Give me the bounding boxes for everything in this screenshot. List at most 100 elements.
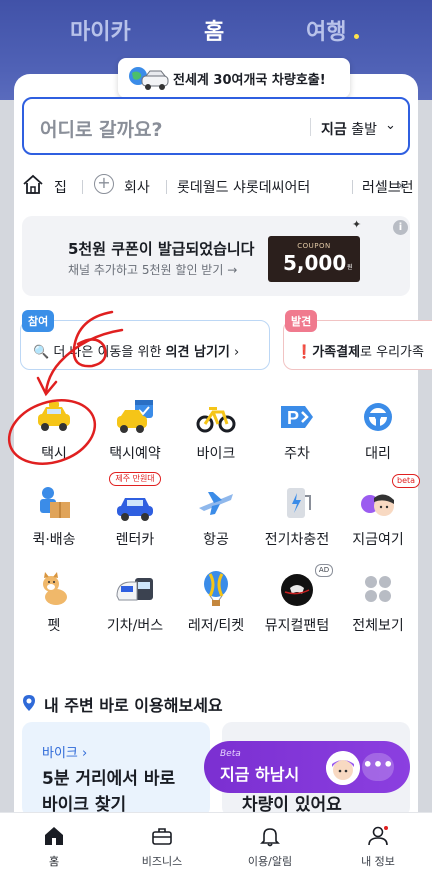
home-filled-icon [45, 827, 63, 845]
svg-text:P: P [287, 408, 299, 428]
bell-icon [260, 828, 280, 847]
service-taxi-label: 택시 [41, 446, 67, 462]
discover-badge: 발견 [285, 310, 318, 332]
home-icon[interactable] [22, 174, 44, 196]
service-musical-phantom-label: 뮤지컬팬텀 [264, 618, 330, 634]
tab-travel[interactable]: 여행 [306, 14, 346, 46]
parking-icon: P [281, 406, 313, 428]
service-delivery-label: 퀵·배송 [32, 532, 76, 548]
service-ev-charging-label: 전기차충전 [264, 532, 330, 548]
steering-wheel-icon [364, 403, 392, 431]
chevron-double-right-icon[interactable]: » [397, 176, 406, 194]
service-leisure-ticket[interactable]: 레저/티켓 [176, 570, 256, 644]
info-icon[interactable]: i [393, 220, 408, 235]
family-pay-banner-text-post: 로 우리가족 [360, 345, 424, 360]
service-train-bus-label: 기차/버스 [106, 618, 164, 634]
feedback-banner-suffix: › [229, 345, 240, 360]
plus-icon[interactable]: + [94, 174, 114, 194]
service-pet[interactable]: 펫 [14, 570, 94, 644]
service-flight[interactable]: 항공 [176, 484, 256, 558]
service-delivery[interactable]: 퀵·배송 [14, 484, 94, 558]
nav-my-info-label: 내 정보 [361, 855, 395, 868]
service-bike[interactable]: 바이크 [176, 398, 256, 472]
shortcut-separator [352, 180, 353, 194]
service-ev-charging[interactable]: 전기차충전 [257, 484, 337, 558]
feedback-banner-text-pre: 더 나은 이동을 위한 [53, 345, 166, 360]
service-view-all[interactable]: 전체보기 [338, 570, 418, 644]
sparkle-icon: ✦ [352, 218, 362, 231]
tab-home[interactable]: 홈 [204, 14, 224, 46]
service-now-here-label: 지금여기 [352, 532, 404, 548]
search-divider [310, 118, 311, 136]
service-pet-label: 펫 [47, 618, 61, 634]
coupon-banner[interactable]: 5천원 쿠폰이 발급되었습니다 채널 추가하고 5천원 할인 받기 → COUP… [22, 216, 410, 296]
taxi-icon [38, 402, 70, 431]
destination-search-box[interactable]: 어디로 갈까요? 지금 출발 ⌄ [22, 97, 410, 155]
side-margin-right [418, 100, 432, 873]
service-taxi-reservation[interactable]: 택시예약 [95, 398, 175, 472]
bottom-navigation: 홈 비즈니스 이용/알림 내 정보 [0, 812, 432, 873]
nearby-bike-line1: 5분 거리에서 바로 [42, 769, 176, 789]
pet-icon [43, 572, 67, 605]
floater-beta-label: Beta [220, 749, 241, 759]
nearby-section-title: 내 주변 바로 이용해보세요 [44, 696, 223, 715]
service-flight-label: 항공 [203, 532, 229, 548]
participate-badge: 참여 [22, 310, 55, 332]
nearby-bike-kind[interactable]: 바이크 › [42, 742, 87, 761]
service-view-all-label: 전체보기 [352, 618, 404, 634]
service-designated-driver[interactable]: 대리 [338, 398, 418, 472]
ad-tag: AD [315, 564, 333, 577]
promo-chip-text: 전세계 30여개국 차량호출! [173, 73, 326, 88]
shortcut-work-label[interactable]: 회사 [124, 177, 150, 197]
family-pay-banner-text: ❗가족결제로 우리가족 [296, 341, 424, 360]
coupon-ticket-image: COUPON 5,000 원 [268, 236, 360, 282]
departure-time-selector[interactable]: 지금 출발 [321, 119, 377, 139]
new-indicator-dot [354, 34, 359, 39]
nav-business[interactable]: 비즈니스 [108, 813, 216, 873]
bike-icon [196, 407, 236, 433]
service-train-bus[interactable]: 기차/버스 [95, 570, 175, 644]
departure-time-bold: 지금 [321, 122, 347, 138]
shortcut-recent-1[interactable]: 롯데월드 샤롯데씨어터 [177, 177, 310, 197]
service-now-here[interactable]: beta 지금여기 [338, 474, 421, 558]
nearby-bike-card[interactable]: 바이크 › 5분 거리에서 바로 바이크 찾기 [22, 722, 210, 817]
feedback-banner[interactable]: 🔍 더 나은 이동을 위한 의견 남기기 › [20, 320, 270, 370]
nav-my-info[interactable]: 내 정보 [324, 813, 432, 873]
coupon-ticket-unit: 원 [347, 264, 353, 271]
global-ride-promo-chip[interactable]: 전세계 30여개국 차량호출! [118, 58, 350, 98]
service-parking[interactable]: P 주차 [257, 398, 337, 472]
mini-banner-row: 🔍 더 나은 이동을 위한 의견 남기기 › ❗가족결제로 우리가족 참여 발견 [20, 310, 432, 374]
nav-usage-alerts[interactable]: 이용/알림 [216, 813, 324, 873]
shortcut-home-label[interactable]: 집 [54, 177, 67, 197]
shortcut-separator [82, 180, 83, 194]
service-parking-label: 주차 [284, 446, 310, 462]
location-pin-icon [23, 695, 35, 711]
saved-places-row: 집 + 회사 롯데월드 샤롯데씨어터 러셀브런 » [22, 172, 418, 202]
service-rental-car-label: 렌터카 [115, 532, 155, 548]
floater-location-text: 지금 하남시 [220, 765, 300, 784]
musical-icon [281, 574, 313, 606]
coupon-ticket-label: COUPON [297, 242, 331, 250]
nav-usage-alerts-label: 이용/알림 [247, 855, 293, 868]
coupon-title: 5천원 쿠폰이 발급되었습니다 [68, 240, 255, 258]
search-placeholder: 어디로 갈까요? [40, 119, 163, 141]
delivery-icon [40, 487, 70, 518]
more-options-icon[interactable]: ••• [362, 753, 394, 781]
view-all-icon [365, 576, 391, 602]
nav-home[interactable]: 홈 [0, 813, 108, 873]
now-here-icon [361, 494, 394, 516]
feedback-banner-text: 🔍 더 나은 이동을 위한 의견 남기기 › [33, 341, 239, 360]
now-here-floating-button[interactable]: Beta 지금 하남시 ••• [204, 741, 410, 793]
side-margin-left [0, 100, 14, 873]
service-musical-phantom[interactable]: AD 뮤지컬팬텀 [257, 564, 337, 644]
top-tab-bar: 마이카 홈 여행 [0, 14, 432, 54]
nav-business-label: 비즈니스 [141, 855, 183, 868]
person-icon [368, 826, 388, 846]
service-rental-car[interactable]: 제주 만원대 렌터카 [95, 472, 175, 558]
service-taxi-reservation-label: 택시예약 [109, 446, 161, 462]
tab-mycar[interactable]: 마이카 [70, 14, 131, 46]
service-leisure-ticket-label: 레저/티켓 [187, 618, 245, 634]
family-pay-banner-text-bold: 가족결제 [312, 345, 361, 360]
service-taxi[interactable]: 택시 [14, 398, 94, 472]
magnifier-icon: 🔍 [33, 345, 50, 360]
